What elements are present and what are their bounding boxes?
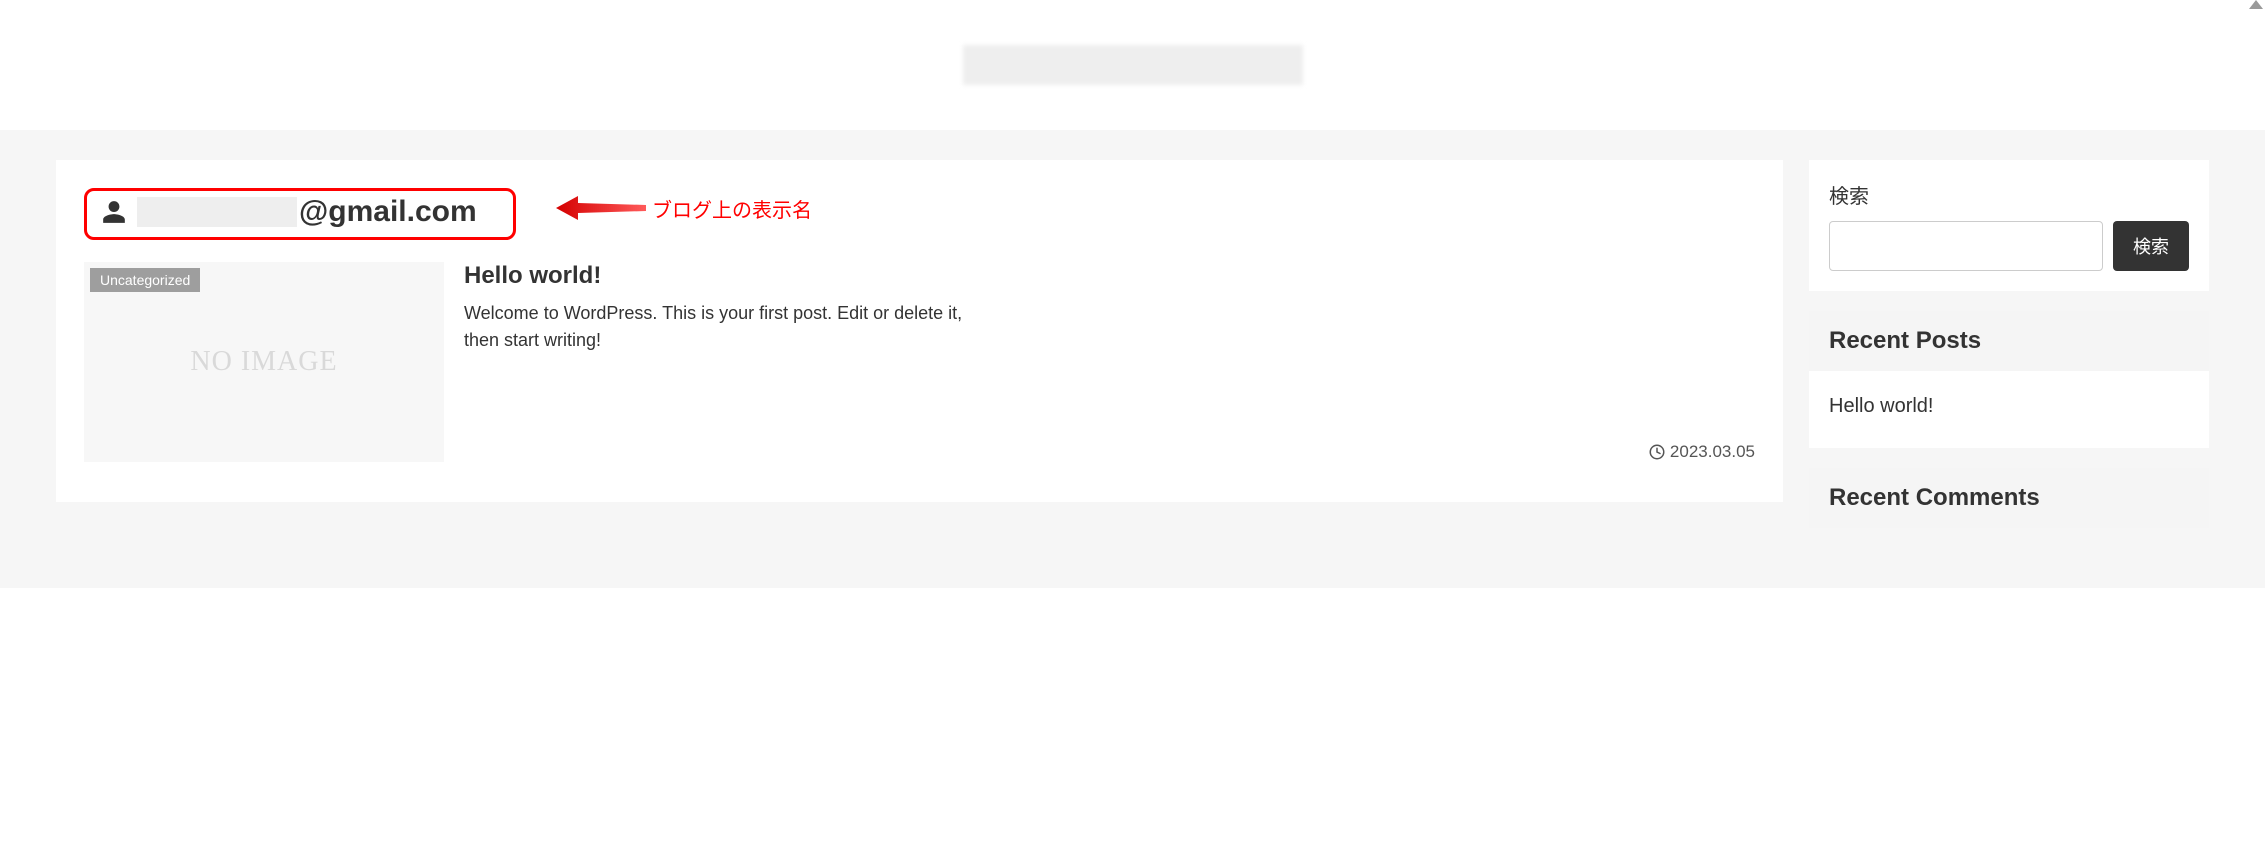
- clock-icon: [1648, 443, 1666, 461]
- author-domain-text: @gmail.com: [299, 195, 477, 229]
- no-image-placeholder: NO IMAGE: [190, 346, 337, 378]
- main-column: @gmail.com ブログ上の表示名 Uncategorized NO IMA…: [56, 160, 1783, 502]
- site-header: [0, 0, 2265, 130]
- site-title-blurred: [963, 45, 1303, 85]
- arrow-icon: [556, 188, 646, 228]
- category-badge[interactable]: Uncategorized: [90, 268, 200, 292]
- annotation-label: ブログ上の表示名: [652, 194, 812, 223]
- search-button[interactable]: 検索: [2113, 221, 2189, 271]
- recent-comments-widget: Recent Comments: [1809, 468, 2209, 528]
- search-label: 検索: [1829, 180, 2189, 209]
- recent-comments-heading: Recent Comments: [1809, 468, 2209, 528]
- post-excerpt: Welcome to WordPress. This is your first…: [464, 300, 984, 354]
- post-thumbnail: Uncategorized NO IMAGE: [84, 262, 444, 462]
- author-name-blurred: [137, 197, 297, 227]
- post-item[interactable]: Uncategorized NO IMAGE Hello world! Welc…: [84, 262, 1755, 462]
- search-input[interactable]: [1829, 221, 2103, 271]
- search-form: 検索: [1829, 221, 2189, 271]
- annotation: ブログ上の表示名: [556, 188, 812, 228]
- scrollbar-top-arrow-icon: [2249, 0, 2263, 9]
- post-title[interactable]: Hello world!: [464, 262, 1755, 290]
- search-widget: 検索 検索: [1809, 160, 2209, 291]
- post-date-text: 2023.03.05: [1670, 442, 1755, 462]
- sidebar: 検索 検索 Recent Posts Hello world! Recent C…: [1809, 160, 2209, 528]
- recent-posts-body: Hello world!: [1809, 371, 2209, 448]
- recent-posts-widget: Recent Posts Hello world!: [1809, 311, 2209, 448]
- user-icon: [101, 199, 127, 225]
- page-body: @gmail.com ブログ上の表示名 Uncategorized NO IMA…: [0, 130, 2265, 588]
- post-date: 2023.03.05: [1648, 442, 1755, 462]
- post-body: Hello world! Welcome to WordPress. This …: [464, 262, 1755, 462]
- author-display-name-box: @gmail.com: [84, 188, 516, 240]
- recent-posts-heading: Recent Posts: [1809, 311, 2209, 371]
- recent-post-link[interactable]: Hello world!: [1829, 395, 1933, 417]
